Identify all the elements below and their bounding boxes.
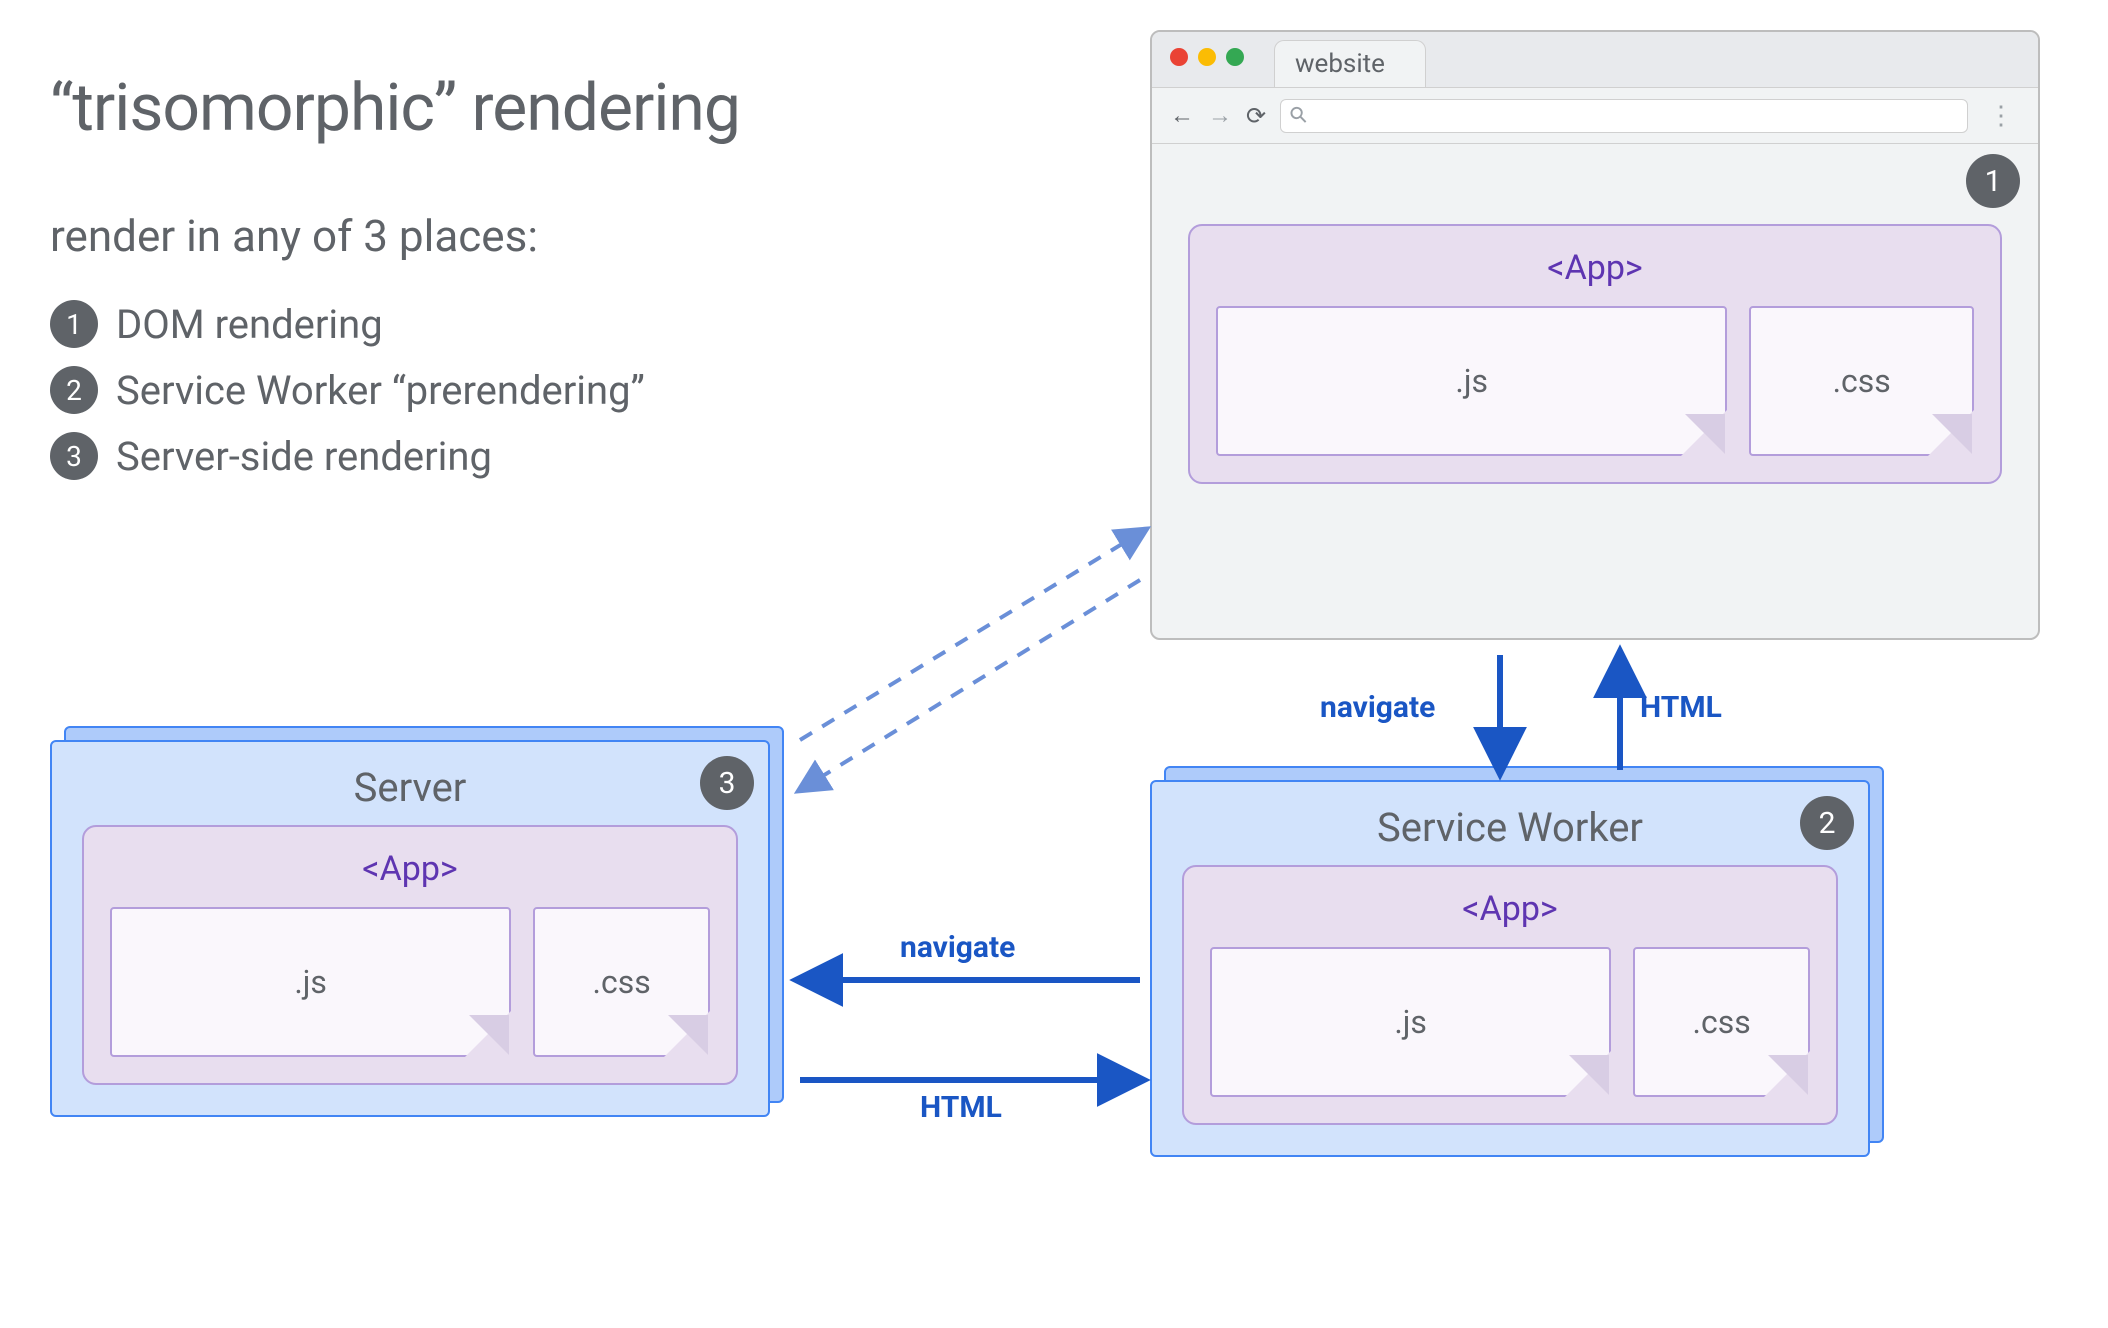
bullet-2: 2 — [50, 366, 98, 414]
kebab-icon: ⋮ — [1982, 101, 2020, 131]
list-label-1: DOM rendering — [116, 301, 383, 348]
arrow-label-html-vert: HTML — [1640, 690, 1722, 725]
browser-viewport: 1 <App> .js .css — [1152, 144, 2038, 520]
app-card-sw: <App> .js .css — [1182, 865, 1838, 1125]
search-icon: ⚲ — [1285, 101, 1314, 130]
traffic-lights — [1170, 48, 1244, 66]
reload-icon: ⟳ — [1246, 102, 1266, 130]
forward-icon: → — [1208, 101, 1232, 130]
close-icon — [1170, 48, 1188, 66]
badge-sw: 2 — [1800, 796, 1854, 850]
address-bar: ⚲ — [1280, 99, 1968, 133]
js-file-icon: .js — [1210, 947, 1611, 1097]
js-file-label: .js — [1455, 362, 1488, 400]
browser-tab: website — [1274, 40, 1426, 87]
app-card-server: <App> .js .css — [82, 825, 738, 1085]
css-file-label: .css — [593, 963, 651, 1001]
css-file-icon: .css — [1749, 306, 1974, 456]
app-label: <App> — [110, 849, 710, 889]
arrow-label-navigate-vert: navigate — [1320, 690, 1435, 725]
minimize-icon — [1198, 48, 1216, 66]
css-file-label: .css — [1833, 362, 1891, 400]
back-icon: ← — [1170, 101, 1194, 130]
arrow-label-navigate-horiz: navigate — [900, 930, 1015, 965]
list-label-2: Service Worker “prerendering” — [116, 367, 645, 414]
service-worker-box: 2 Service Worker <App> .js .css — [1150, 780, 1870, 1157]
bullet-1: 1 — [50, 300, 98, 348]
arrow-label-html-horiz: HTML — [920, 1090, 1002, 1125]
js-file-label: .js — [1394, 1003, 1427, 1041]
list-item: 2 Service Worker “prerendering” — [50, 366, 645, 414]
css-file-icon: .css — [1633, 947, 1810, 1097]
js-file-icon: .js — [1216, 306, 1727, 456]
browser-window: website ← → ⟳ ⚲ ⋮ 1 <App> .js .css — [1150, 30, 2040, 640]
list-label-3: Server-side rendering — [116, 433, 492, 480]
server-box: 3 Server <App> .js .css — [50, 740, 770, 1117]
diagram-title: “trisomorphic” rendering — [50, 70, 740, 147]
service-worker-title: Service Worker — [1182, 804, 1838, 851]
diagram-subtitle: render in any of 3 places: — [50, 210, 538, 262]
js-file-label: .js — [294, 963, 327, 1001]
css-file-label: .css — [1693, 1003, 1751, 1041]
places-list: 1 DOM rendering 2 Service Worker “preren… — [50, 300, 645, 498]
browser-toolbar: ← → ⟳ ⚲ ⋮ — [1152, 88, 2038, 144]
maximize-icon — [1226, 48, 1244, 66]
badge-server: 3 — [700, 756, 754, 810]
css-file-icon: .css — [533, 907, 710, 1057]
list-item: 3 Server-side rendering — [50, 432, 645, 480]
browser-tabbar: website — [1152, 32, 2038, 88]
app-card-browser: <App> .js .css — [1188, 224, 2002, 484]
js-file-icon: .js — [110, 907, 511, 1057]
list-item: 1 DOM rendering — [50, 300, 645, 348]
badge-browser: 1 — [1966, 154, 2020, 208]
server-title: Server — [82, 764, 738, 811]
app-label: <App> — [1210, 889, 1810, 929]
bullet-3: 3 — [50, 432, 98, 480]
app-label: <App> — [1216, 248, 1974, 288]
